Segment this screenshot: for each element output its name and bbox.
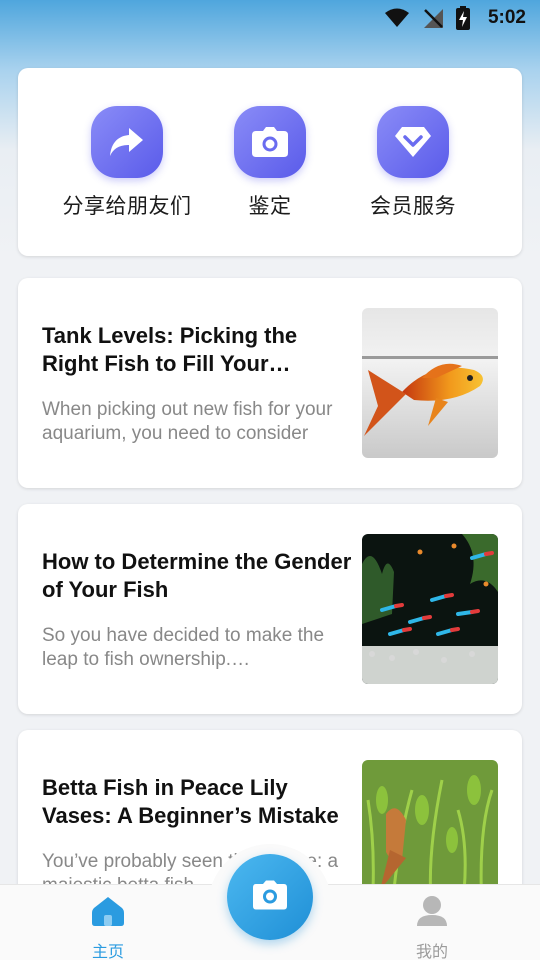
article-title: Betta Fish in Peace Lily Vases: A Beginn… xyxy=(42,775,339,828)
user-icon[interactable] xyxy=(415,895,449,932)
status-time: 5:02 xyxy=(487,7,526,28)
membership-action[interactable]: 会员服务 xyxy=(338,106,488,220)
membership-label: 会员服务 xyxy=(370,194,456,218)
camera-icon[interactable] xyxy=(252,880,288,915)
identify-label: 鉴定 xyxy=(248,194,292,218)
nav-mine-label: 我的 xyxy=(415,942,448,960)
nav-mine[interactable]: 我的 xyxy=(372,895,492,960)
share-label: 分享给朋友们 xyxy=(62,194,192,218)
article-card[interactable]: Tank Levels: Picking the Right Fish to F… xyxy=(18,278,522,488)
neon-tetra-tank-image xyxy=(362,534,498,684)
nav-home[interactable]: 主页 xyxy=(48,895,168,960)
quick-actions-card: 分享给朋友们 鉴定 会员服务 xyxy=(18,68,522,256)
share-icon[interactable] xyxy=(91,106,163,178)
orange-platy-fish-image xyxy=(362,308,498,458)
identify-action[interactable]: 鉴定 xyxy=(195,106,345,220)
nav-home-label: 主页 xyxy=(91,942,124,960)
betta-plant-tank-image xyxy=(362,760,498,900)
article-title: Tank Levels: Picking the Right Fish to F… xyxy=(42,323,298,376)
article-card[interactable]: How to Determine the Gender of Your Fish… xyxy=(18,504,522,714)
battery-charging-icon xyxy=(455,6,470,30)
article-summary: So you have decided to make the leap to … xyxy=(42,625,325,670)
no-signal-icon xyxy=(422,7,444,29)
share-action[interactable]: 分享给朋友们 xyxy=(52,106,202,220)
status-bar: 5:02 xyxy=(0,0,540,36)
diamond-icon[interactable] xyxy=(377,106,449,178)
camera-fab-button[interactable] xyxy=(227,854,313,940)
camera-icon[interactable] xyxy=(234,106,306,178)
article-summary: When picking out new fish for your aquar… xyxy=(42,399,333,444)
home-icon[interactable] xyxy=(91,895,125,932)
wifi-icon xyxy=(384,8,410,28)
article-title: How to Determine the Gender of Your Fish xyxy=(42,549,352,602)
